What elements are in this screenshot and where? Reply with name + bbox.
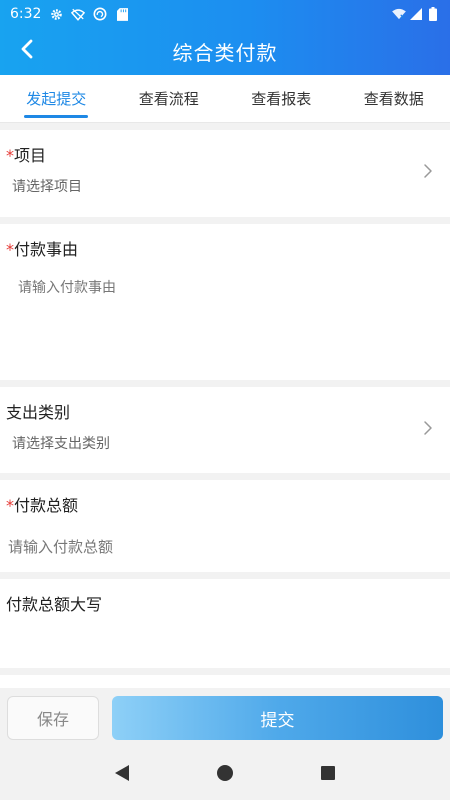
signal-icon <box>409 7 423 21</box>
app-header: 6:32 综合类付款 <box>0 0 450 75</box>
wifi-x-icon <box>392 7 406 21</box>
chevron-right-icon <box>422 420 434 436</box>
status-bar: 6:32 <box>0 0 450 28</box>
battery-icon <box>426 7 440 21</box>
tab-view-data[interactable]: 查看数据 <box>338 75 450 122</box>
total-input[interactable]: 请输入付款总额 <box>8 536 113 557</box>
tab-view-process[interactable]: 查看流程 <box>113 75 226 122</box>
triangle-back-icon[interactable] <box>110 761 134 785</box>
system-nav-bar <box>0 746 450 800</box>
required-mark: * <box>6 146 14 165</box>
back-button[interactable] <box>12 36 42 66</box>
tab-bar: 发起提交 查看流程 查看报表 查看数据 <box>0 75 450 123</box>
square-recents-icon[interactable] <box>316 761 340 785</box>
status-time: 6:32 <box>10 6 42 22</box>
circle-home-icon[interactable] <box>213 761 237 785</box>
tab-view-report[interactable]: 查看报表 <box>225 75 338 122</box>
category-label: 支出类别 <box>6 403 71 422</box>
total-field: *付款总额 请输入付款总额 <box>0 480 450 572</box>
reason-label: *付款事由 <box>6 240 79 259</box>
category-placeholder: 请选择支出类别 <box>12 436 110 452</box>
project-field[interactable]: *项目 请选择项目 <box>0 130 450 217</box>
required-mark: * <box>6 240 14 259</box>
chevron-left-icon <box>20 39 34 63</box>
project-placeholder: 请选择项目 <box>12 179 82 195</box>
chevron-right-icon <box>422 163 434 179</box>
total-upper-label: 付款总额大写 <box>6 595 103 614</box>
sd-card-icon <box>115 7 129 21</box>
category-field[interactable]: 支出类别 请选择支出类别 <box>0 387 450 473</box>
required-mark: * <box>6 496 14 515</box>
total-upper-field: 付款总额大写 <box>0 579 450 668</box>
page-title: 综合类付款 <box>172 41 278 65</box>
project-label: *项目 <box>6 146 47 165</box>
title-bar: 综合类付款 <box>0 28 450 75</box>
reason-field: *付款事由 请输入付款事由 <box>0 224 450 380</box>
gear-icon <box>49 7 63 21</box>
total-label: *付款总额 <box>6 496 79 515</box>
tab-submit[interactable]: 发起提交 <box>0 75 113 122</box>
action-bar: 保存 提交 <box>0 688 450 746</box>
next-field-edge <box>0 675 450 688</box>
wifi-off-icon <box>71 7 86 21</box>
status-icons-right <box>392 7 440 21</box>
status-icons-left <box>49 7 129 21</box>
save-button[interactable]: 保存 <box>7 696 99 740</box>
reason-input[interactable]: 请输入付款事由 <box>18 277 116 297</box>
sync-icon <box>93 7 107 21</box>
submit-button[interactable]: 提交 <box>112 696 443 740</box>
